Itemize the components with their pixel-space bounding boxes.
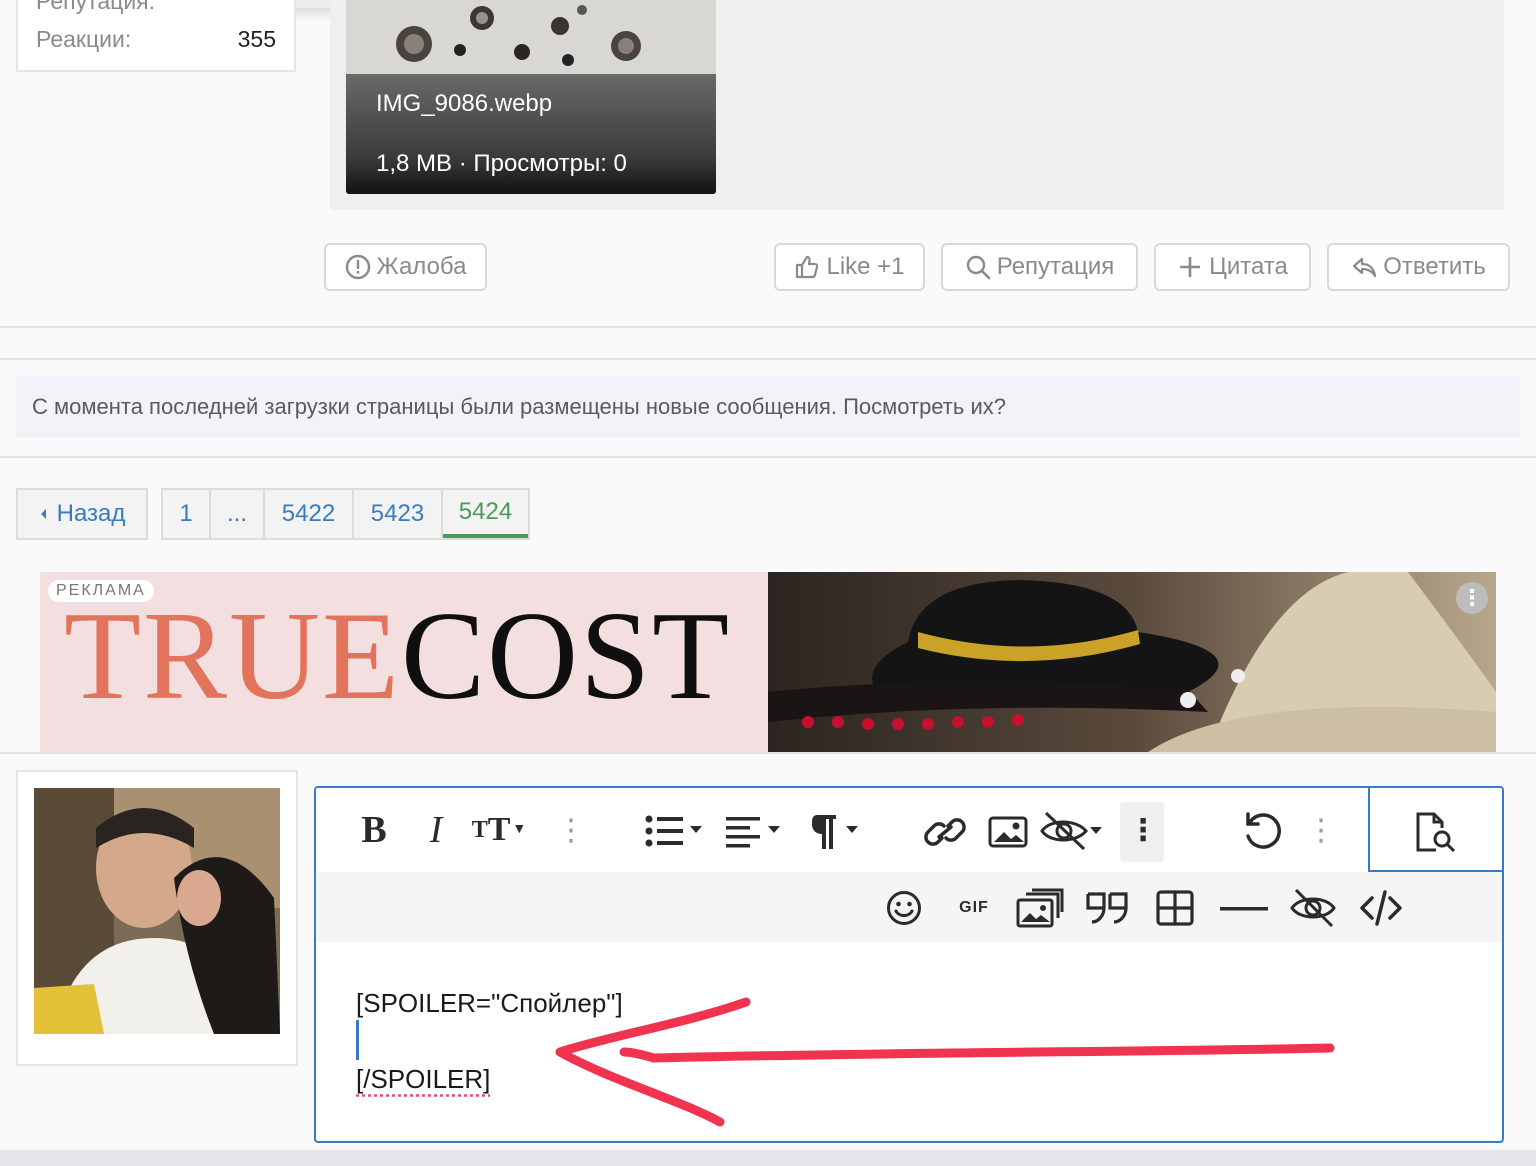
page-ellipsis[interactable]: ... xyxy=(211,490,265,538)
editor-line: [/SPOILER] xyxy=(356,1064,491,1094)
preview-icon xyxy=(1416,812,1456,852)
user-info-card: Репутация: Реакции: 355 xyxy=(16,0,296,72)
page-link[interactable]: 5423 xyxy=(354,490,443,538)
page-current[interactable]: 5424 xyxy=(443,490,528,538)
quote-icon[interactable] xyxy=(1086,890,1130,926)
italic-icon[interactable]: I xyxy=(414,808,458,852)
attachment-photo xyxy=(346,0,716,74)
pagination: 1 ... 5422 5423 5424 xyxy=(161,488,530,540)
attachment-thumbnail[interactable]: IMG_9086.webp 1,8 MB · Просмотры: 0 xyxy=(346,0,716,194)
divider xyxy=(0,752,1536,754)
reputation-button[interactable]: Репутация xyxy=(941,243,1138,291)
gif-icon[interactable]: GIF xyxy=(952,892,996,924)
text-caret xyxy=(356,1020,359,1060)
editor-line: [SPOILER="Спойлер"] xyxy=(356,988,623,1018)
reputation-row: Репутация: xyxy=(36,0,276,15)
more-vertical-icon[interactable]: ⋮ xyxy=(1306,808,1336,852)
table-icon[interactable] xyxy=(1156,890,1194,926)
alert-circle-icon xyxy=(345,254,370,280)
ad-image xyxy=(768,572,1496,752)
page-link[interactable]: 1 xyxy=(163,490,211,538)
ad-menu-button[interactable]: ⋮ xyxy=(1456,582,1488,614)
attachment-filename: IMG_9086.webp xyxy=(376,90,553,117)
caret-left-icon xyxy=(40,509,46,519)
spoiler-icon[interactable] xyxy=(1290,888,1336,928)
reactions-value: 355 xyxy=(237,26,276,52)
editor-toolbar-secondary: GIF xyxy=(316,872,1502,942)
align-icon[interactable] xyxy=(724,814,786,848)
bold-icon[interactable]: B xyxy=(352,808,396,852)
editor-content[interactable]: [SPOILER="Спойлер"] [/SPOILER] xyxy=(356,984,623,1098)
bottom-bar xyxy=(0,1150,1536,1166)
search-icon xyxy=(966,255,991,280)
attachment-meta: 1,8 MB · Просмотры: 0 xyxy=(376,150,627,177)
ad-banner[interactable]: TRUECOST РЕКЛАМА ⋮ xyxy=(40,572,1496,752)
media-icon[interactable] xyxy=(1016,888,1064,928)
reply-button[interactable]: Ответить xyxy=(1327,243,1510,291)
smile-icon[interactable] xyxy=(886,890,922,926)
hr-icon[interactable] xyxy=(1220,906,1268,912)
list-icon[interactable] xyxy=(644,814,706,848)
report-label: Жалоба xyxy=(376,253,467,280)
code-icon[interactable] xyxy=(1360,890,1402,926)
reputation-label-btn: Репутация xyxy=(996,253,1115,280)
page-link[interactable]: 5422 xyxy=(265,490,354,538)
reply-label: Ответить xyxy=(1383,253,1486,280)
paragraph-icon[interactable] xyxy=(804,812,864,850)
reactions-label: Реакции: xyxy=(36,26,132,52)
editor-toolbar-primary: B I T T ▼ ⋮ ⋮ ⋮ xyxy=(316,788,1502,872)
plus-icon xyxy=(1180,257,1201,277)
notice-text: С момента последней загрузки страницы бы… xyxy=(32,394,1006,419)
quote-button[interactable]: Цитата xyxy=(1154,243,1311,291)
quote-label: Цитата xyxy=(1209,253,1288,280)
ad-label: РЕКЛАМА xyxy=(48,580,154,602)
hide-icon[interactable] xyxy=(1040,810,1106,852)
attachment-caption: IMG_9086.webp 1,8 MB · Просмотры: 0 xyxy=(346,74,716,194)
avatar[interactable] xyxy=(34,788,280,1034)
divider xyxy=(0,358,1536,360)
editor-line-empty xyxy=(356,1022,623,1060)
reply-icon xyxy=(1353,257,1377,278)
divider xyxy=(0,326,1536,328)
preview-button[interactable] xyxy=(1368,788,1502,872)
back-label: Назад xyxy=(56,500,126,527)
more-vertical-icon[interactable]: ⋮ xyxy=(1128,808,1158,852)
report-button[interactable]: Жалоба xyxy=(324,243,487,291)
like-label: Like +1 xyxy=(826,253,905,280)
image-icon[interactable] xyxy=(988,816,1028,848)
ad-logo: TRUECOST xyxy=(64,587,732,726)
text-size-icon[interactable]: T T ▼ xyxy=(466,808,532,852)
like-button[interactable]: Like +1 xyxy=(774,243,925,291)
thumbs-up-icon xyxy=(796,255,819,279)
reactions-row: Реакции: 355 xyxy=(36,26,276,53)
more-vertical-icon[interactable]: ⋮ xyxy=(556,808,586,852)
undo-icon[interactable] xyxy=(1242,812,1284,852)
pagination-back-button[interactable]: Назад xyxy=(16,488,148,540)
reputation-label: Репутация: xyxy=(36,0,156,14)
new-messages-notice[interactable]: С момента последней загрузки страницы бы… xyxy=(16,376,1520,438)
link-icon[interactable] xyxy=(924,812,966,852)
message-editor[interactable]: B I T T ▼ ⋮ ⋮ ⋮ GIF [SPOILER="Спойлер"] [/… xyxy=(314,786,1504,1143)
divider xyxy=(0,456,1536,458)
